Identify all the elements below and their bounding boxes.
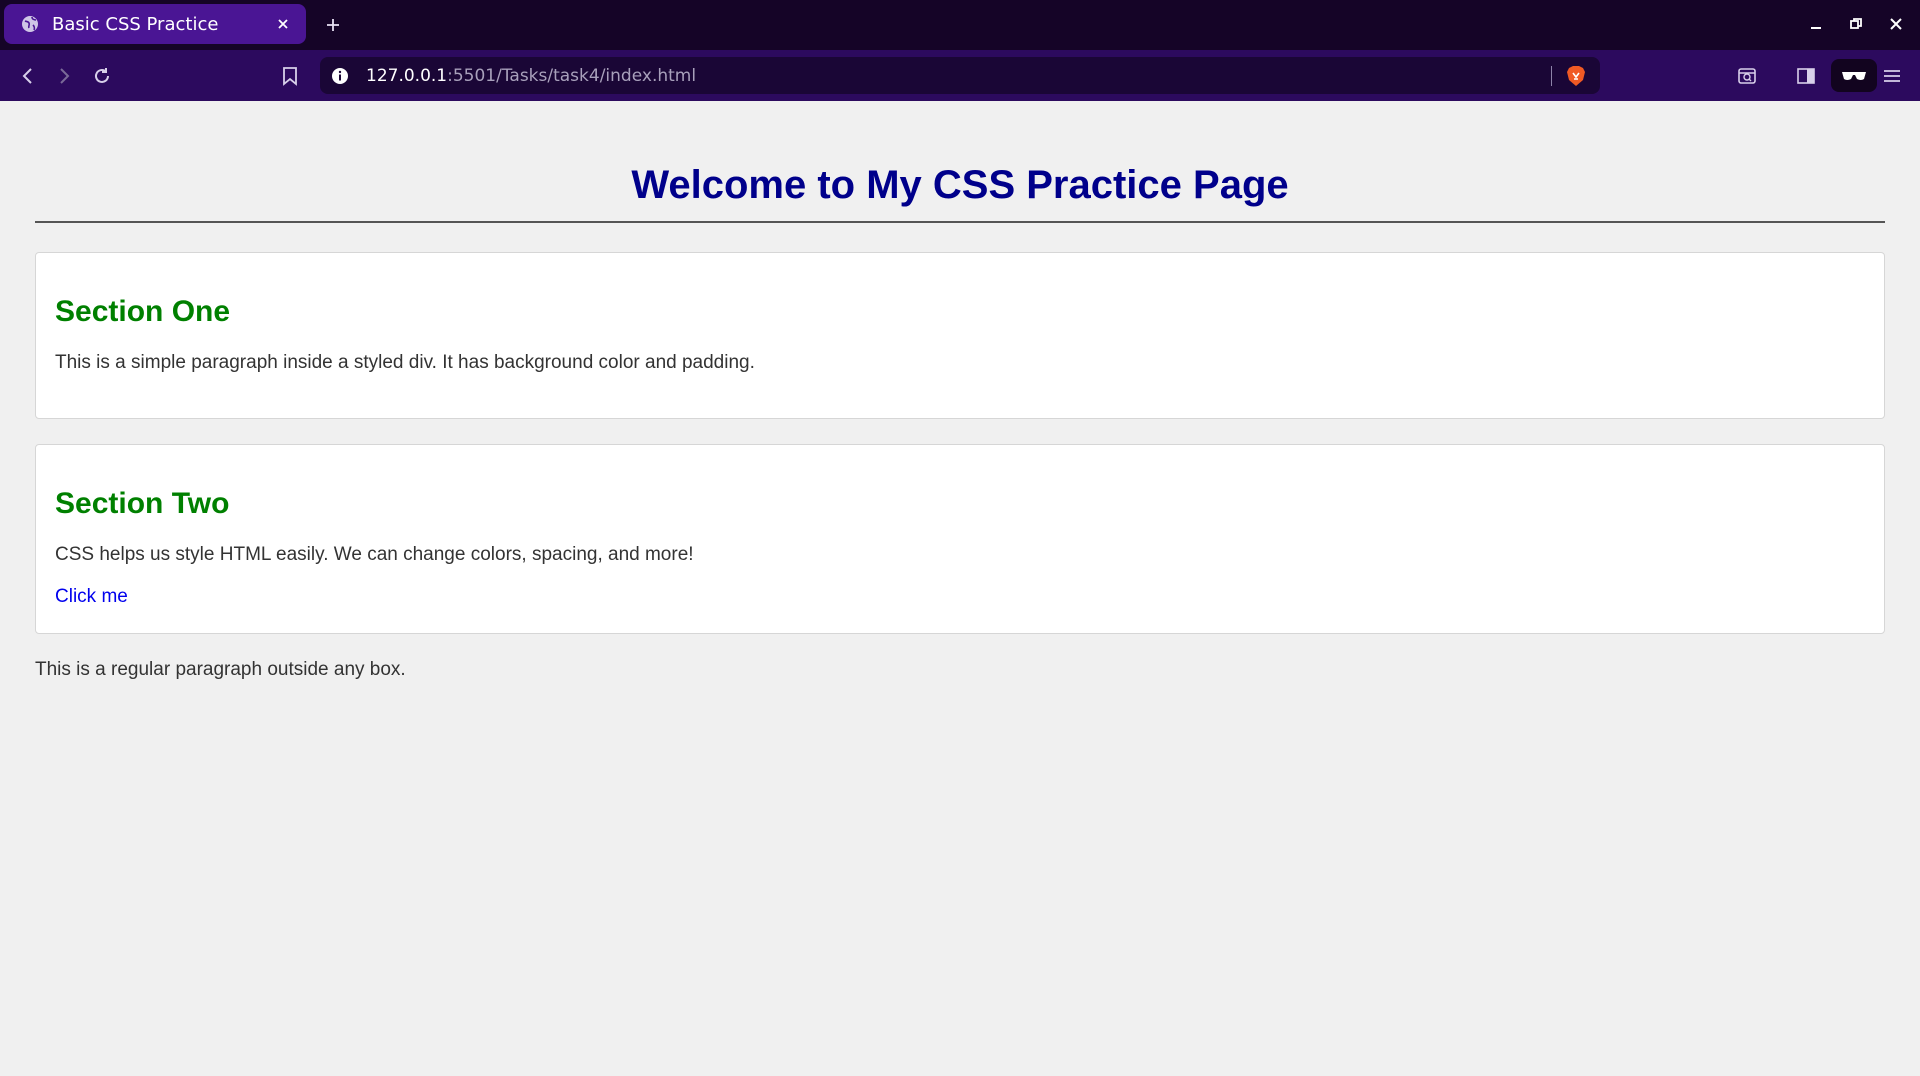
section-two-box: Section Two CSS helps us style HTML easi… — [35, 444, 1885, 634]
site-info-icon[interactable] — [330, 66, 350, 86]
close-window-icon[interactable] — [1882, 10, 1910, 38]
tab-close-icon[interactable] — [272, 13, 294, 35]
new-tab-plus-icon[interactable] — [320, 12, 346, 38]
section-one-text: This is a simple paragraph inside a styl… — [55, 352, 755, 373]
reload-icon[interactable] — [88, 62, 116, 90]
tab-search-icon[interactable] — [1733, 62, 1761, 90]
minimize-icon[interactable] — [1802, 10, 1830, 38]
section-two-text: CSS helps us style HTML easily. We can c… — [55, 544, 694, 565]
url-path: :5501/Tasks/task4/index.html — [447, 65, 697, 86]
outside-paragraph: This is a regular paragraph outside any … — [35, 659, 406, 680]
brave-shields-icon[interactable] — [1564, 63, 1588, 89]
menu-hamburger-icon[interactable] — [1878, 62, 1906, 90]
page-title: Welcome to My CSS Practice Page — [631, 163, 1289, 207]
tab-title: Basic CSS Practice — [52, 13, 219, 35]
web-page: Welcome to My CSS Practice Page Section … — [0, 101, 1920, 1076]
sidebar-toggle-icon[interactable] — [1792, 62, 1820, 90]
back-arrow-icon[interactable] — [14, 62, 42, 90]
reader-glasses-icon[interactable] — [1831, 59, 1877, 92]
bookmark-icon[interactable] — [276, 62, 304, 90]
restore-icon[interactable] — [1842, 10, 1870, 38]
section-one-heading: Section One — [55, 295, 231, 328]
tab-active[interactable]: Basic CSS Practice — [4, 4, 306, 44]
browser-toolbar: 127.0.0.1:5501/Tasks/task4/index.html — [0, 50, 1920, 101]
section-one-box: Section One This is a simple paragraph i… — [35, 252, 1885, 419]
url-host: 127.0.0.1 — [366, 65, 448, 86]
forward-arrow-icon[interactable] — [50, 62, 78, 90]
tab-strip: Basic CSS Practice — [0, 0, 1920, 50]
url-text[interactable]: 127.0.0.1:5501/Tasks/task4/index.html — [366, 66, 696, 86]
section-two-heading: Section Two — [55, 487, 230, 520]
title-divider — [35, 221, 1885, 223]
click-me-link[interactable]: Click me — [55, 586, 128, 608]
globe-icon — [20, 14, 40, 34]
address-bar[interactable]: 127.0.0.1:5501/Tasks/task4/index.html — [320, 57, 1600, 94]
address-bar-divider — [1551, 66, 1552, 86]
